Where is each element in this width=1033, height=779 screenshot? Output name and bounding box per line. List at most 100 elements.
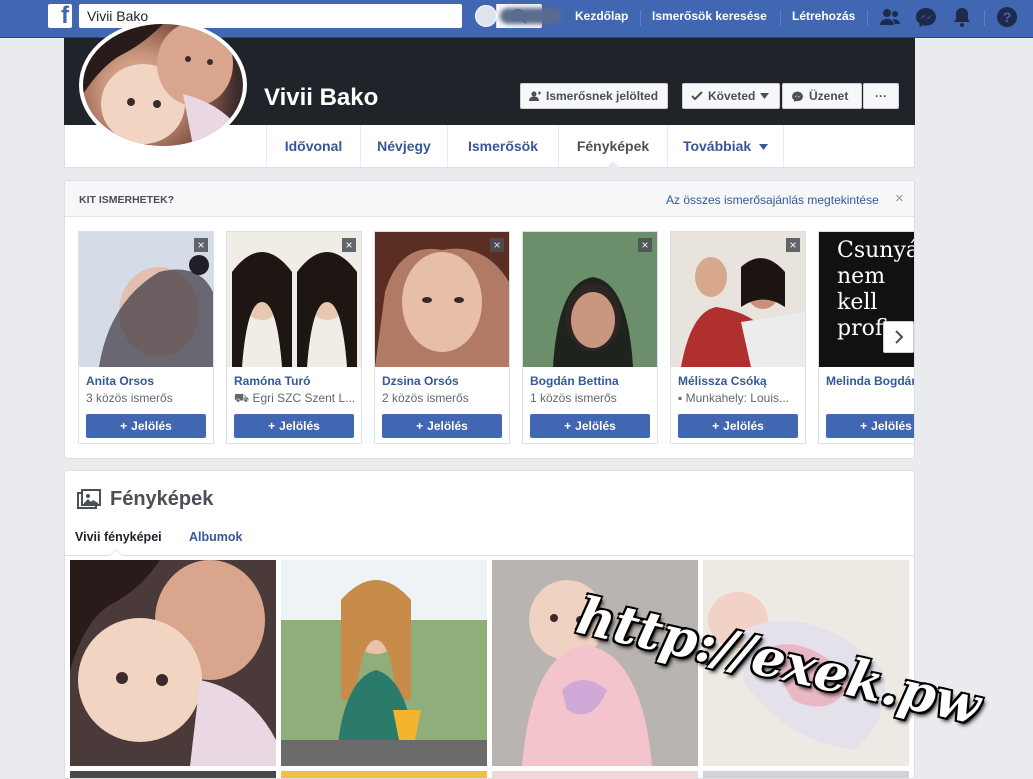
add-friend-icon: + <box>416 419 424 433</box>
pymk-card: × Mélissza Csóką ▪ Munkahely: Louis... +… <box>670 231 806 444</box>
add-friend-label: Jelölés <box>575 419 616 433</box>
add-friend-button[interactable]: + Jelölés <box>826 414 914 438</box>
pymk-card: × Anita Orsos 3 közös ismerős + Jelölés <box>78 231 214 444</box>
tab-timeline[interactable]: Idővonal <box>266 125 360 167</box>
more-options-label: ··· <box>875 89 887 103</box>
following-label: Követed <box>708 89 756 103</box>
person-mutual-friends: 2 közös ismerős <box>382 391 469 405</box>
pymk-header: KIT ISMERHETEK? Az összes ismerősajánlás… <box>65 181 914 217</box>
person-photo[interactable] <box>227 232 361 367</box>
chevron-down-icon <box>759 144 769 151</box>
person-name[interactable]: Mélissza Csóką <box>678 374 767 388</box>
person-name[interactable]: Anita Orsos <box>86 374 154 388</box>
user-name-redacted[interactable] <box>500 8 562 24</box>
nav-home-link[interactable]: Kezdőlap <box>575 9 628 23</box>
add-friend-label: Jelölés <box>279 419 320 433</box>
notifications-icon[interactable] <box>950 6 974 28</box>
person-school-text: Egri SZC Szent L... <box>252 391 356 405</box>
tab-more-label: Továbbiak <box>682 138 752 154</box>
chevron-right-icon <box>894 330 903 344</box>
tab-more[interactable]: Továbbiak <box>667 125 784 167</box>
add-friend-icon: + <box>712 419 720 433</box>
person-work: ▪ Munkahely: Louis... <box>678 391 800 405</box>
pymk-title: KIT ISMERHETEK? <box>79 194 175 206</box>
photo-thumbnail[interactable] <box>703 771 909 778</box>
nav-find-friends-link[interactable]: Ismerősök keresése <box>652 9 767 23</box>
add-friend-icon: + <box>268 419 276 433</box>
school-icon: ⛟ <box>234 391 253 405</box>
nav-create-link[interactable]: Létrehozás <box>792 9 855 23</box>
photo-thumbnail[interactable] <box>70 771 276 778</box>
work-icon: ▪ <box>678 391 686 405</box>
add-friend-icon: + <box>564 419 572 433</box>
nav-separator <box>640 10 641 26</box>
dismiss-suggestion-button[interactable]: × <box>490 238 504 252</box>
tab-photos[interactable]: Fényképek <box>558 125 667 168</box>
tab-about[interactable]: Névjegy <box>360 125 447 167</box>
person-photo[interactable] <box>671 232 805 367</box>
add-friend-icon <box>529 91 541 101</box>
dismiss-suggestion-button[interactable]: × <box>786 238 800 252</box>
nav-separator <box>780 10 781 26</box>
person-work-text: Munkahely: Louis... <box>685 391 789 405</box>
photos-section: Fényképek Vivii fényképei Albumok <box>64 470 915 779</box>
friend-request-sent-button[interactable]: Ismerősnek jelölted <box>520 83 668 109</box>
nav-separator <box>984 10 985 26</box>
person-name[interactable]: Ramóna Turó <box>234 374 310 388</box>
svg-text:?: ? <box>1003 9 1012 25</box>
tab-albums[interactable]: Albumok <box>189 530 242 544</box>
nav-separator <box>867 10 868 26</box>
subtab-divider <box>65 555 914 556</box>
add-friend-label: Jelölés <box>131 419 172 433</box>
photo-thumbnail[interactable] <box>281 771 487 778</box>
photos-icon <box>77 489 101 509</box>
photo-thumbnail[interactable] <box>492 771 698 778</box>
facebook-logo-icon[interactable]: f <box>48 2 72 29</box>
person-name[interactable]: Melinda Bogdán <box>826 374 914 388</box>
profile-name[interactable]: Vivii Bako <box>264 84 378 112</box>
photo-thumbnail[interactable] <box>70 560 276 766</box>
friend-request-sent-label: Ismerősnek jelölted <box>546 89 659 103</box>
tab-friends[interactable]: Ismerősök <box>447 125 558 167</box>
user-avatar[interactable] <box>475 5 497 27</box>
pymk-card: × Bogdán Bettina 1 közös ismerős + Jelölé… <box>522 231 658 444</box>
tab-photos-label: Fényképek <box>576 138 650 154</box>
more-options-button[interactable]: ··· <box>863 83 899 109</box>
add-friend-button[interactable]: + Jelölés <box>530 414 650 438</box>
photo-thumbnail[interactable] <box>281 560 487 766</box>
pymk-see-all-link[interactable]: Az összes ismerősajánlás megtekintése <box>666 193 879 207</box>
add-friend-icon: + <box>120 419 128 433</box>
pymk-card: × Dzsina Orsós 2 közös ismerős + Jelölés <box>374 231 510 444</box>
person-name[interactable]: Bogdán Bettina <box>530 374 619 388</box>
pymk-next-button[interactable] <box>883 321 914 353</box>
chevron-down-icon <box>760 93 770 99</box>
dismiss-suggestion-button[interactable]: × <box>638 238 652 252</box>
dismiss-suggestion-button[interactable]: × <box>342 238 356 252</box>
person-name[interactable]: Dzsina Orsós <box>382 374 459 388</box>
photos-title: Fényképek <box>110 488 214 510</box>
message-label: Üzenet <box>809 89 849 103</box>
person-photo[interactable] <box>79 232 213 367</box>
profile-photo-image <box>83 24 243 146</box>
person-mutual-friends: 1 közös ismerős <box>530 391 617 405</box>
add-friend-label: Jelölés <box>427 419 468 433</box>
profile-picture[interactable] <box>79 20 247 150</box>
messenger-icon[interactable] <box>914 6 938 28</box>
add-friend-label: Jelölés <box>723 419 764 433</box>
help-icon[interactable]: ? <box>995 6 1019 28</box>
tab-user-photos[interactable]: Vivii fényképei <box>75 530 162 544</box>
checkmark-icon <box>691 91 703 101</box>
add-friend-button[interactable]: + Jelölés <box>678 414 798 438</box>
message-button[interactable]: Üzenet <box>782 83 862 109</box>
add-friend-button[interactable]: + Jelölés <box>382 414 502 438</box>
add-friend-button[interactable]: + Jelölés <box>86 414 206 438</box>
following-button[interactable]: Követed <box>682 83 780 109</box>
person-school: ⛟ Egri SZC Szent L... <box>234 391 356 407</box>
active-tab-indicator <box>606 161 620 168</box>
pymk-close-button[interactable]: × <box>895 190 904 207</box>
dismiss-suggestion-button[interactable]: × <box>194 238 208 252</box>
person-photo[interactable] <box>375 232 509 367</box>
friend-requests-icon[interactable] <box>878 6 902 28</box>
add-friend-button[interactable]: + Jelölés <box>234 414 354 438</box>
person-photo[interactable] <box>523 232 657 367</box>
